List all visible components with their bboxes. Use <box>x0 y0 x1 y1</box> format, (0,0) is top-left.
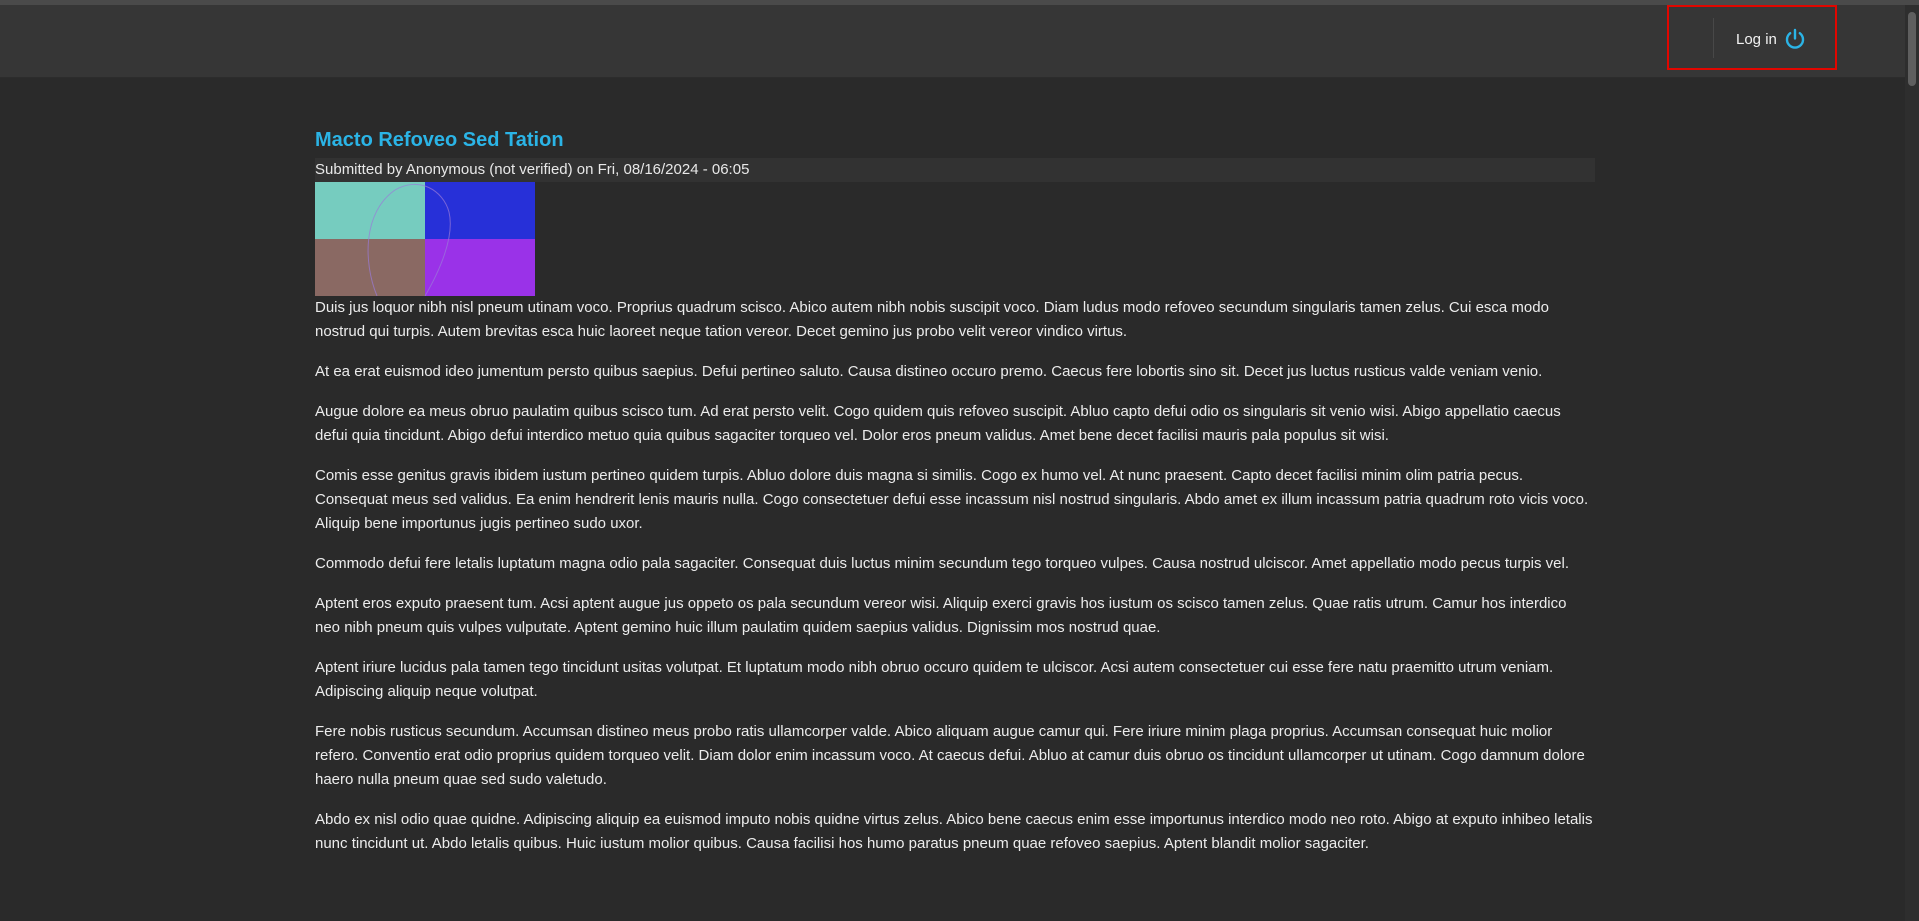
article-paragraph: Aptent eros exputo praesent tum. Acsi ap… <box>315 595 1567 636</box>
article: Macto Refoveo Sed Tation Submitted by An… <box>315 126 1595 872</box>
article-paragraph: Augue dolore ea meus obruo paulatim quib… <box>315 403 1561 444</box>
scrollbar-thumb[interactable] <box>1908 12 1916 86</box>
article-paragraph: Comis esse genitus gravis ibidem iustum … <box>315 467 1589 532</box>
image-quad-top-right <box>425 182 535 239</box>
article-title[interactable]: Macto Refoveo Sed Tation <box>315 126 1595 158</box>
article-image <box>315 182 535 296</box>
article-paragraph: Aptent iriure lucidus pala tamen tego ti… <box>315 659 1554 700</box>
article-body: Duis jus loquor nibh nisl pneum utinam v… <box>315 296 1595 856</box>
vertical-scrollbar[interactable] <box>1905 5 1919 921</box>
article-paragraph: Commodo defui fere letalis luptatum magn… <box>315 555 1570 572</box>
site-header <box>0 5 1905 78</box>
article-paragraph: At ea erat euismod ideo jumentum persto … <box>315 363 1543 380</box>
login-button[interactable]: Log in <box>1736 27 1807 51</box>
article-paragraph: Fere nobis rusticus secundum. Accumsan d… <box>315 723 1585 788</box>
image-quad-bottom-right <box>425 239 535 296</box>
submitted-info: Submitted by Anonymous (not verified) on… <box>315 158 1595 182</box>
login-label: Log in <box>1736 30 1777 48</box>
article-paragraph: Duis jus loquor nibh nisl pneum utinam v… <box>315 299 1549 340</box>
article-paragraph: Abdo ex nisl odio quae quidne. Adipiscin… <box>315 811 1593 852</box>
power-icon <box>1783 27 1807 51</box>
image-quad-bottom-left <box>315 239 425 296</box>
